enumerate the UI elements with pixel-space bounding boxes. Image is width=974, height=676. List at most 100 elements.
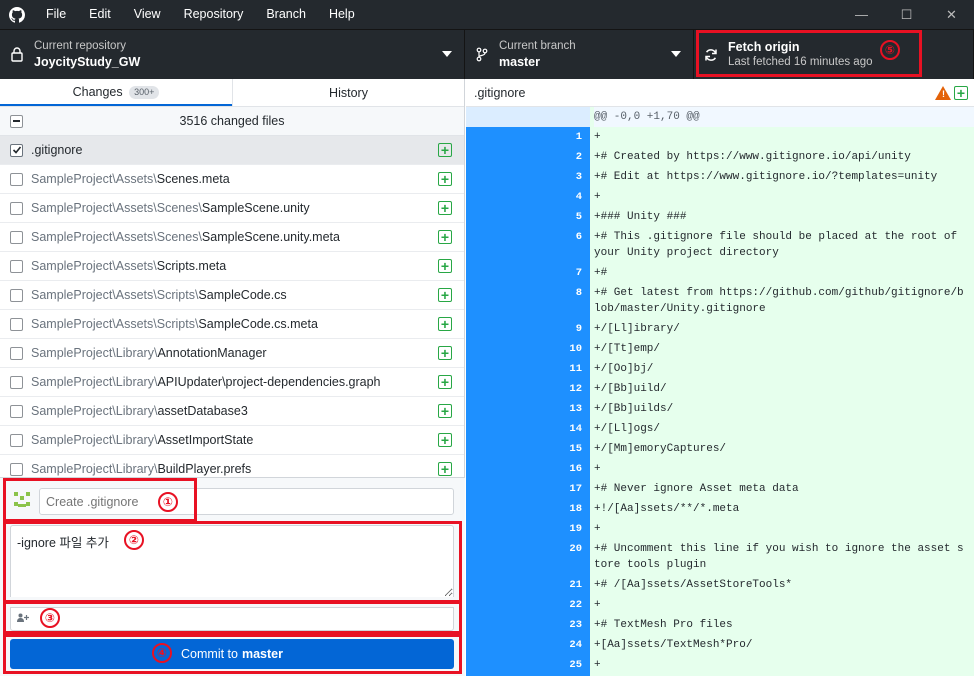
tab-history[interactable]: History [232,79,464,106]
line-number[interactable]: 9 [528,319,582,337]
minimize-button[interactable]: — [839,0,884,29]
tab-changes[interactable]: Changes 300+ [0,79,232,106]
file-name: SampleScene.unity.meta [201,230,340,244]
line-number[interactable]: 11 [528,359,582,377]
file-name: .gitignore [31,143,83,157]
file-dir: SampleProject\Library\ [31,375,158,389]
file-path: SampleProject\Assets\Scenes\SampleScene.… [31,230,340,244]
file-dir: SampleProject\Assets\Scripts\ [31,317,199,331]
diff-line: 1 + [466,127,974,147]
line-number[interactable]: 8 [528,283,582,301]
file-row[interactable]: SampleProject\Assets\Scenes.meta + [0,165,464,194]
file-checkbox[interactable] [10,433,23,447]
file-name: BuildPlayer.prefs [157,462,252,476]
menu-repository[interactable]: Repository [172,0,255,29]
commit-button[interactable]: Commit to master [10,639,454,669]
file-name: SampleScene.unity [201,201,310,215]
line-number[interactable]: 24 [528,635,582,653]
diff-line: 22 + [466,595,974,615]
line-number[interactable]: 20 [528,539,582,557]
line-number[interactable]: 7 [528,263,582,281]
changed-file-list: .gitignore + SampleProject\Assets\Scenes.m… [0,136,464,476]
file-checkbox[interactable] [10,230,23,244]
line-number[interactable]: 23 [528,615,582,633]
menu-edit[interactable]: Edit [77,0,122,29]
close-button[interactable]: ✕ [929,0,974,29]
diff-code: + [594,599,601,611]
diff-code: + [594,659,601,671]
file-added-icon: + [438,143,452,157]
file-path: SampleProject\Assets\Scripts\SampleCode.… [31,288,287,302]
line-number[interactable]: 13 [528,399,582,417]
diff-line: 20 +# Uncomment this line if you wish to … [466,539,974,575]
file-checkbox[interactable] [10,143,23,157]
line-number[interactable]: 22 [528,595,582,613]
menu-help[interactable]: Help [317,0,366,29]
menu-file[interactable]: File [34,0,77,29]
maximize-button[interactable]: ☐ [884,0,929,29]
file-checkbox[interactable] [10,201,23,215]
repository-selector[interactable]: Current repository JoycityStudy_GW [0,30,465,79]
line-number[interactable]: 12 [528,379,582,397]
tab-bar: Changes 300+ History [0,79,464,107]
line-number[interactable]: 19 [528,519,582,537]
file-checkbox[interactable] [10,259,23,273]
file-row[interactable]: SampleProject\Library\BuildPlayer.prefs + [0,455,464,476]
line-number[interactable]: 1 [528,127,582,145]
file-added-icon: + [438,230,452,244]
line-number[interactable]: 18 [528,499,582,517]
file-checkbox[interactable] [10,317,23,331]
file-row[interactable]: .gitignore + [0,136,464,165]
file-checkbox[interactable] [10,462,23,476]
line-number[interactable]: 25 [528,655,582,673]
fetch-status: Last fetched 16 minutes ago [728,56,873,68]
file-dir: SampleProject\Assets\Scenes\ [31,201,202,215]
file-row[interactable]: SampleProject\Library\APIUpdater\project… [0,368,464,397]
file-row[interactable]: SampleProject\Library\assetDatabase3 + [0,397,464,426]
line-number[interactable]: 5 [528,207,582,225]
line-number[interactable]: 3 [528,167,582,185]
file-row[interactable]: SampleProject\Assets\Scripts\SampleCode.… [0,310,464,339]
file-row[interactable]: SampleProject\Assets\Scripts.meta + [0,252,464,281]
commit-summary-input[interactable] [39,488,454,515]
line-number[interactable]: 4 [528,187,582,205]
menu-view[interactable]: View [122,0,172,29]
tab-changes-label: Changes [72,85,123,99]
file-checkbox[interactable] [10,404,23,418]
line-number[interactable]: 2 [528,147,582,165]
file-row[interactable]: SampleProject\Library\AnnotationManager + [0,339,464,368]
menu-branch[interactable]: Branch [254,0,317,29]
file-row[interactable]: SampleProject\Library\AssetImportState + [0,426,464,455]
diff-line: 12 +/[Bb]uild/ [466,379,974,399]
file-name: SampleCode.cs [198,288,287,302]
file-row[interactable]: SampleProject\Assets\Scenes\SampleScene.… [0,194,464,223]
file-checkbox[interactable] [10,172,23,186]
changed-files-count: 3516 changed files [179,114,285,128]
commit-description-input[interactable]: -ignore 파일 추가 [10,525,454,597]
branch-selector[interactable]: Current branch master [465,30,694,79]
line-number[interactable]: 10 [528,339,582,357]
file-row[interactable]: SampleProject\Assets\Scripts\SampleCode.… [0,281,464,310]
branch-label: Current branch [499,40,576,52]
line-number[interactable]: 15 [528,439,582,457]
file-row[interactable]: SampleProject\Assets\Scenes\SampleScene.… [0,223,464,252]
fetch-origin-button[interactable]: Fetch origin Last fetched 16 minutes ago [694,30,974,79]
lock-icon [0,47,34,62]
add-coauthor-icon[interactable] [17,613,29,625]
annotation-number-5: ⑤ [880,40,900,60]
file-checkbox[interactable] [10,375,23,389]
diff-line: 5 +### Unity ### [466,207,974,227]
file-path: .gitignore [31,143,82,157]
line-number[interactable]: 6 [528,227,582,245]
line-number[interactable]: 17 [528,479,582,497]
line-number[interactable]: 16 [528,459,582,477]
file-checkbox[interactable] [10,288,23,302]
diff-line: 16 + [466,459,974,479]
file-path: SampleProject\Assets\Scripts\SampleCode.… [31,317,318,331]
chevron-down-icon [671,51,681,57]
line-number[interactable]: 14 [528,419,582,437]
file-checkbox[interactable] [10,346,23,360]
line-number[interactable]: 21 [528,575,582,593]
file-added-icon: + [438,172,452,186]
select-all-checkbox[interactable] [10,114,23,128]
